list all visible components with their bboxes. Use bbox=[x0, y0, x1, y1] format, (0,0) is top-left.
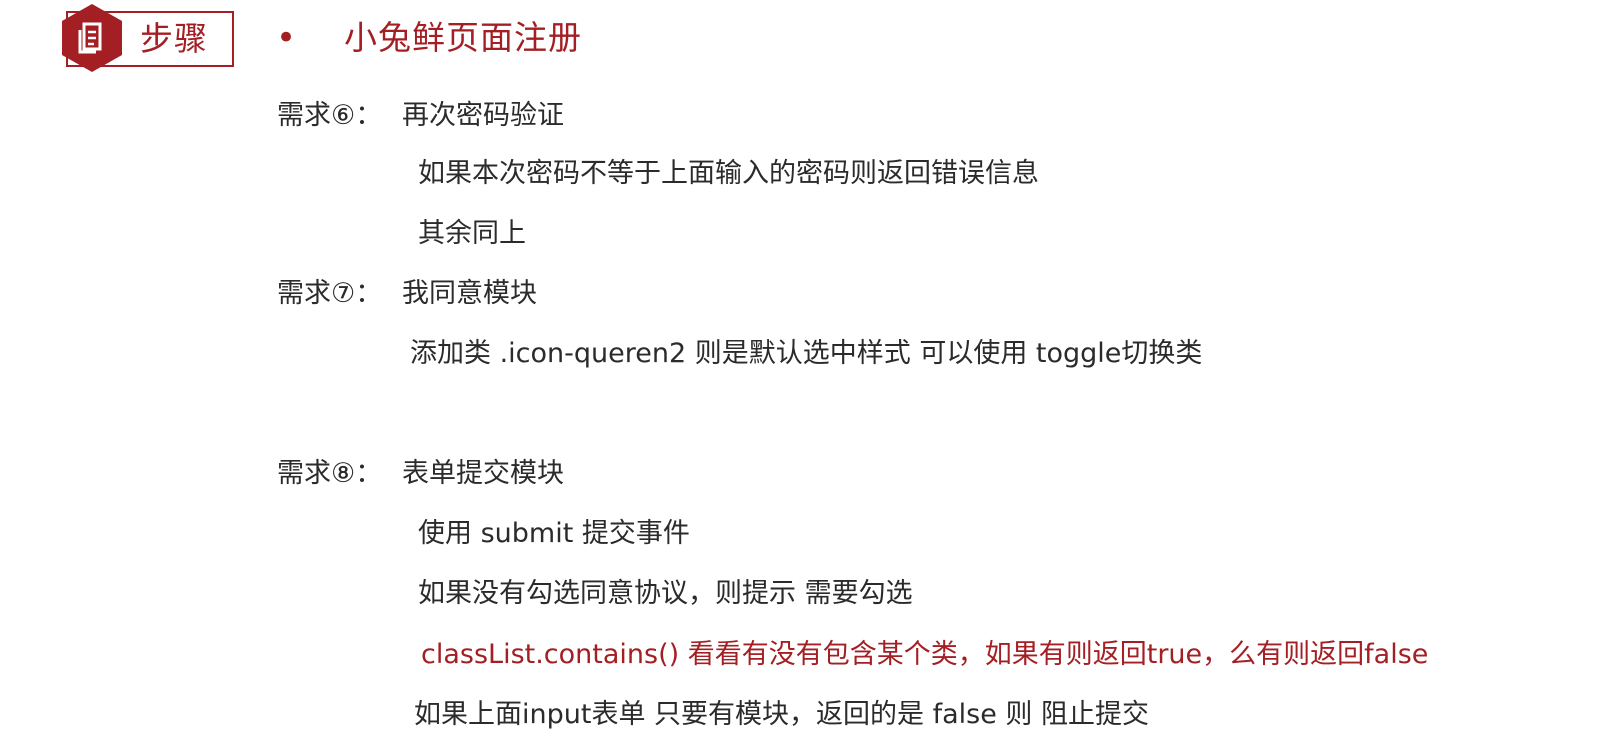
requirement-8-detail-1: 使用 submit 提交事件 bbox=[418, 518, 690, 549]
title-bullet: • bbox=[276, 18, 297, 58]
requirement-8-prefix: 需求⑧： bbox=[277, 458, 383, 489]
requirement-6-detail-2: 其余同上 bbox=[418, 218, 526, 249]
page-title: 小兔鲜页面注册 bbox=[344, 18, 582, 57]
requirement-8-detail-2: 如果没有勾选同意协议，则提示 需要勾选 bbox=[418, 578, 913, 609]
badge-label: 步骤 bbox=[140, 19, 208, 58]
requirement-8-heading: 需求⑧： 表单提交模块 bbox=[277, 455, 564, 493]
requirement-6-detail-1: 如果本次密码不等于上面输入的密码则返回错误信息 bbox=[418, 158, 1039, 189]
requirement-8-detail-3: classList.contains() 看看有没有包含某个类，如果有则返回tr… bbox=[421, 639, 1429, 670]
requirement-7-detail-1: 添加类 .icon-queren2 则是默认选中样式 可以使用 toggle切换… bbox=[410, 338, 1203, 369]
requirement-7-heading: 需求⑦： 我同意模块 bbox=[277, 275, 537, 313]
requirement-8-title: 表单提交模块 bbox=[402, 458, 564, 489]
requirement-6-prefix: 需求⑥： bbox=[277, 100, 383, 131]
requirement-7-title: 我同意模块 bbox=[402, 278, 537, 309]
requirement-7-prefix: 需求⑦： bbox=[277, 278, 383, 309]
document-icon bbox=[78, 22, 102, 54]
requirement-6-heading: 需求⑥： 再次密码验证 bbox=[277, 97, 564, 135]
requirement-8-detail-4: 如果上面input表单 只要有模块，返回的是 false 则 阻止提交 bbox=[414, 699, 1150, 730]
requirement-6-title: 再次密码验证 bbox=[402, 100, 564, 131]
